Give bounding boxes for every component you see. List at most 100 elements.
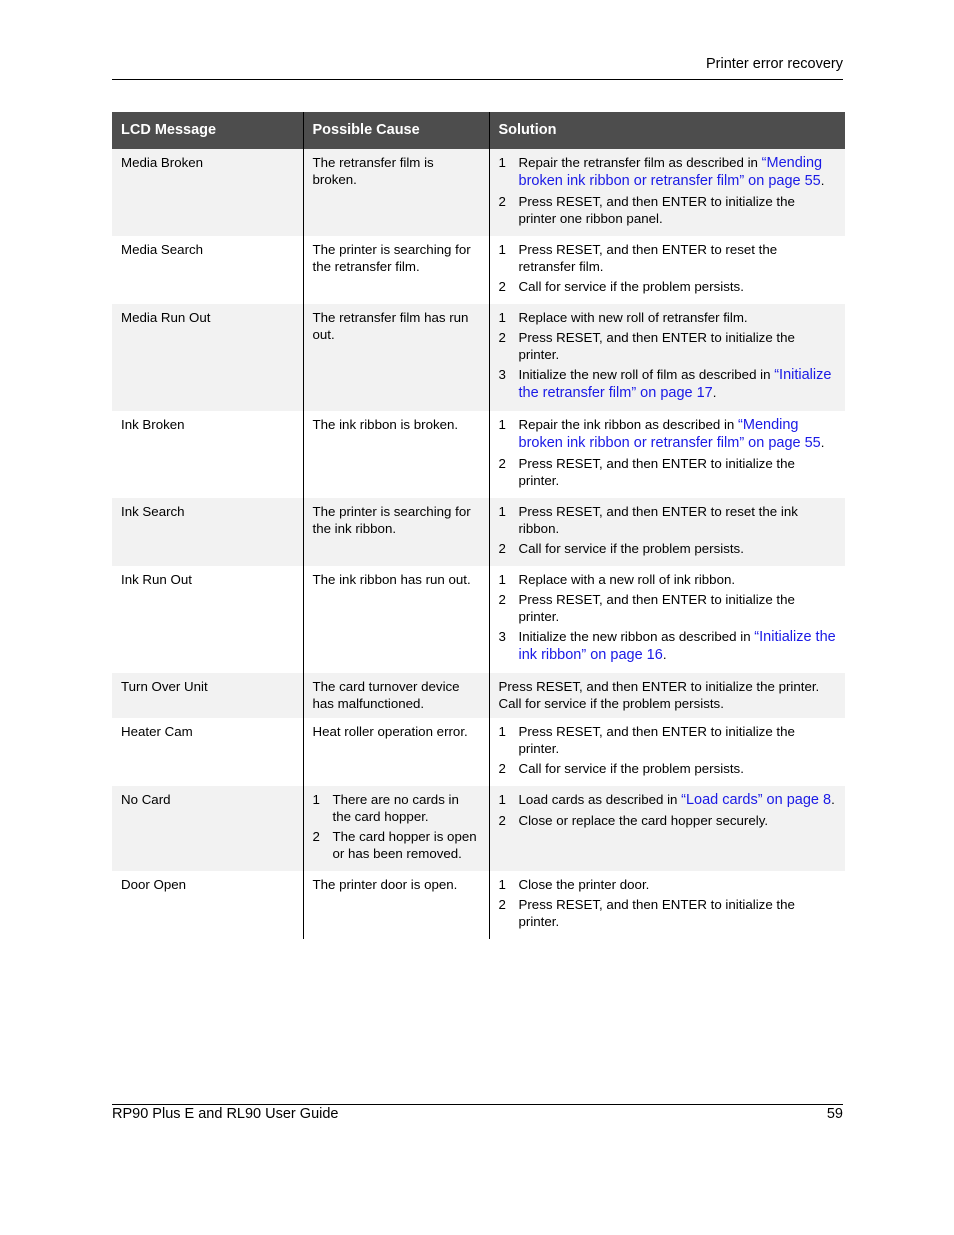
table-row: No Card 1 There are no cards in the card h… xyxy=(112,786,845,871)
step-body: Close the printer door. xyxy=(518,877,650,892)
list-step: 1 Replace with new roll of retransfer fil… xyxy=(499,309,837,326)
step-body: Press RESET, and then ENTER to reset the… xyxy=(518,242,778,274)
cause-text: The printer door is open. xyxy=(312,877,458,892)
table-row: Media Broken The retransfer film is broke… xyxy=(112,149,845,236)
solution-text: Call for service if the problem persists… xyxy=(498,696,724,711)
table-row: Turn Over Unit The card turnover device h… xyxy=(112,673,845,718)
step-number: 1 xyxy=(498,724,506,739)
possible-cause-cell: The retransfer film is broken. xyxy=(302,149,489,236)
step-number: 1 xyxy=(312,792,320,807)
step-number: 1 xyxy=(498,417,506,432)
possible-cause-cell: The retransfer film has run out. xyxy=(302,304,489,411)
solution-cell: 1 Replace with a new roll of ink ribbon. 2… xyxy=(488,566,845,673)
lcd-message-cell: Turn Over Unit xyxy=(112,673,303,718)
possible-cause-cell: Heat roller operation error. xyxy=(302,718,489,786)
list-step: 1 Press RESET, and then ENTER to initiali… xyxy=(499,723,837,757)
column-header-possible-cause: Possible Cause xyxy=(302,112,489,149)
possible-cause-cell: The card turnover device has malfunction… xyxy=(302,673,489,718)
possible-cause-cell: The printer is searching for the ink rib… xyxy=(302,498,489,566)
lcd-message-cell: Media Broken xyxy=(112,149,303,236)
step-text: The card hopper is open or has been remo… xyxy=(333,828,480,862)
step-body: The card hopper is open or has been remo… xyxy=(332,829,477,861)
list-step: 2 Press RESET, and then ENTER to initiali… xyxy=(499,591,837,625)
lcd-message-cell: No Card xyxy=(112,786,303,871)
step-number: 2 xyxy=(498,456,506,471)
step-text: Close the printer door. xyxy=(519,876,837,893)
possible-cause-cell: 1 There are no cards in the card hopper. 2… xyxy=(302,786,489,871)
table-row: Media Run Out The retransfer film has run… xyxy=(112,304,845,411)
footer-rule xyxy=(112,1104,843,1105)
step-text: Press RESET, and then ENTER to reset the… xyxy=(519,241,837,275)
table-row: Ink Broken The ink ribbon is broken. 1 Repa… xyxy=(112,411,845,498)
table-row: Heater Cam Heat roller operation error. 1 P… xyxy=(112,718,845,786)
lcd-message-cell: Media Search xyxy=(121,242,204,257)
list-step: 3 Initialize the new roll of film as desc… xyxy=(499,366,837,402)
lcd-message-cell: Heater Cam xyxy=(121,724,193,739)
step-punctuation: . xyxy=(831,792,835,807)
step-number: 1 xyxy=(498,792,506,807)
list-step: 1 Close the printer door. xyxy=(499,876,837,893)
page-number: 59 xyxy=(826,1106,843,1122)
table-row: Ink Search The printer is searching for t… xyxy=(112,498,845,566)
possible-cause-cell: The ink ribbon is broken. xyxy=(302,411,489,498)
table-row: Media Search The printer is searching for… xyxy=(112,236,845,304)
step-number: 2 xyxy=(498,897,506,912)
table-row: Ink Run Out The ink ribbon has run out. 1 R… xyxy=(112,566,845,673)
cross-reference-link[interactable]: “Load cards” on page 8 xyxy=(681,792,831,808)
step-body: Press RESET, and then ENTER to initializ… xyxy=(518,897,795,929)
footer-guide-title: RP90 Plus E and RL90 User Guide xyxy=(112,1106,339,1122)
list-step: 2 Press RESET, and then ENTER to initiali… xyxy=(499,193,837,227)
cause-text: The ink ribbon has run out. xyxy=(312,572,471,587)
step-punctuation: . xyxy=(712,385,717,400)
step-body: Press RESET, and then ENTER to initializ… xyxy=(518,194,795,226)
cause-text: The printer is searching for the ink rib… xyxy=(312,504,471,536)
step-number: 3 xyxy=(498,629,506,644)
list-step: 2 Call for service if the problem persist… xyxy=(499,540,837,557)
lcd-message-cell: Ink Run Out xyxy=(121,572,192,587)
step-text: Press RESET, and then ENTER to initializ… xyxy=(519,591,837,625)
step-body: Call for service if the problem persists… xyxy=(518,541,744,556)
list-step: 2 Call for service if the problem persist… xyxy=(499,278,837,295)
list-step: 2 Close or replace the card hopper secure… xyxy=(499,812,837,829)
list-step: 1 Press RESET, and then ENTER to reset th… xyxy=(499,241,837,275)
possible-cause-cell: The printer is searching for the retrans… xyxy=(302,236,489,304)
step-body: Press RESET, and then ENTER to initializ… xyxy=(518,592,795,624)
step-body: Press RESET, and then ENTER to reset the… xyxy=(518,504,798,536)
step-text: Press RESET, and then ENTER to initializ… xyxy=(519,455,837,489)
table-row: Door Open The printer door is open. 1 Close… xyxy=(112,871,845,939)
solution-cell: 1 Close the printer door. 2 Press RESET, an… xyxy=(488,871,845,939)
solution-cell: 1 Press RESET, and then ENTER to reset th… xyxy=(488,498,845,566)
cause-text: The retransfer film is broken. xyxy=(312,155,434,187)
step-number: 2 xyxy=(498,761,506,776)
possible-cause-cell: The printer door is open. xyxy=(302,871,489,939)
step-text: Press RESET, and then ENTER to initializ… xyxy=(519,723,837,757)
step-number: 1 xyxy=(498,242,506,257)
table-header-row: LCD Message Possible Cause Solution xyxy=(112,112,845,149)
list-step: 2 Press RESET, and then ENTER to initiali… xyxy=(499,896,837,930)
step-number: 2 xyxy=(498,279,506,294)
step-number: 2 xyxy=(312,829,320,844)
step-body: Press RESET, and then ENTER to initializ… xyxy=(518,330,795,362)
step-text: Repair the ink ribbon as described in “M… xyxy=(519,416,837,452)
step-text: There are no cards in the card hopper. xyxy=(333,791,480,825)
step-number: 2 xyxy=(498,541,506,556)
step-text: Press RESET, and then ENTER to initializ… xyxy=(519,896,837,930)
list-step: 2 Press RESET, and then ENTER to initiali… xyxy=(499,329,837,363)
cause-text: The ink ribbon is broken. xyxy=(312,417,459,432)
solution-cell: 1 Press RESET, and then ENTER to reset th… xyxy=(488,236,845,304)
step-body: There are no cards in the card hopper. xyxy=(332,792,459,824)
list-step: 1 Press RESET, and then ENTER to reset th… xyxy=(499,503,837,537)
solution-cell: 1 Replace with new roll of retransfer fil… xyxy=(488,304,845,411)
running-header: Printer error recovery xyxy=(706,56,843,72)
step-body: Replace with a new roll of ink ribbon. xyxy=(518,572,736,587)
list-step: 2 The card hopper is open or has been rem… xyxy=(313,828,480,862)
solution-cell: 1 Repair the retransfer film as described… xyxy=(488,149,845,236)
step-body: Initialize the new roll of film as descr… xyxy=(518,367,775,382)
list-step: 1 Replace with a new roll of ink ribbon. xyxy=(499,571,837,588)
solution-text: Press RESET, and then ENTER to initializ… xyxy=(498,679,820,694)
solution-cell: 1 Load cards as described in “Load cards”… xyxy=(488,786,845,871)
step-number: 1 xyxy=(498,155,506,170)
step-body: Call for service if the problem persists… xyxy=(518,279,744,294)
list-step: 3 Initialize the new ribbon as described … xyxy=(499,628,837,664)
step-body: Replace with new roll of retransfer film… xyxy=(518,310,748,325)
